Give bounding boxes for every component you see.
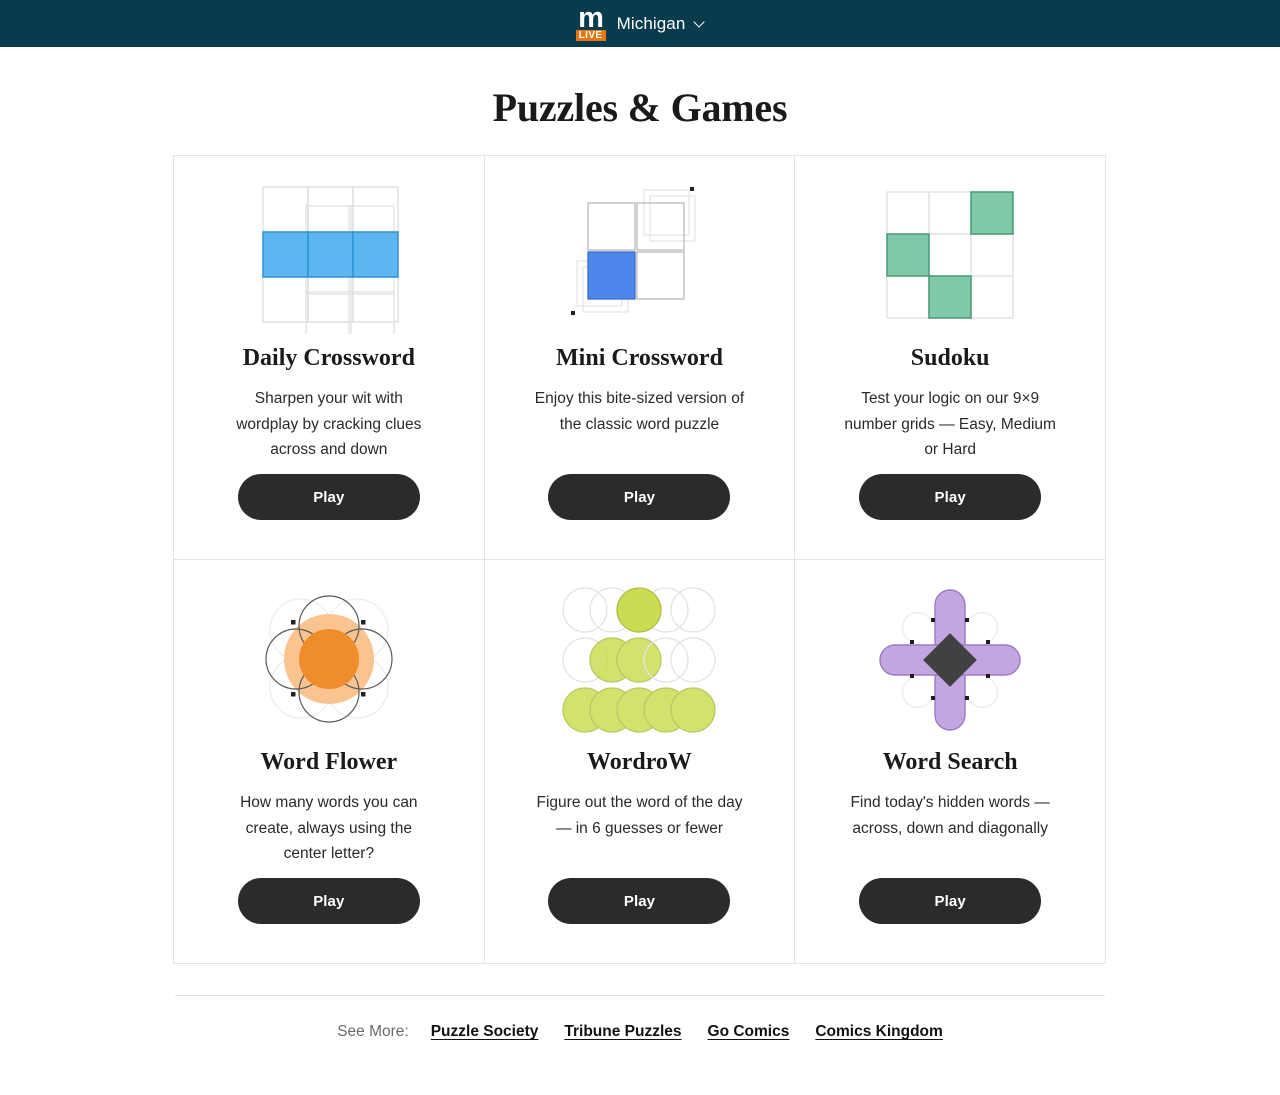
card-description: Figure out the word of the day — in 6 gu… [536, 794, 743, 837]
puzzle-card-word-flower[interactable]: Word Flower How many words you can creat… [173, 559, 485, 964]
footer-link-comics-kingdom[interactable]: Comics Kingdom [815, 1023, 942, 1041]
card-description: How many words you can create, always us… [240, 794, 418, 862]
sudoku-grid-svg [886, 191, 1014, 319]
see-more-label: See More: [337, 1023, 409, 1040]
word-flower-svg [265, 595, 393, 723]
word-search-star-icon [870, 582, 1030, 738]
crossword-grid-svg [262, 186, 399, 338]
logo-tag: LIVE [575, 29, 606, 41]
card-description: Enjoy this bite-sized version of the cla… [534, 390, 745, 433]
play-button-word-flower[interactable]: Play [237, 878, 420, 924]
play-button-daily-crossword[interactable]: Play [237, 474, 420, 520]
card-title: Word Search [882, 749, 1018, 775]
brand-name-label: Michigan [616, 13, 686, 33]
crossword-grid-icon [249, 178, 409, 338]
mini-crossword-icon [559, 178, 719, 334]
wordrow-circles-svg [562, 587, 717, 733]
play-button-mini-crossword[interactable]: Play [548, 474, 731, 520]
mlive-logo-icon: m LIVE [574, 1, 608, 41]
logo-letter: m [578, 1, 604, 34]
brand-selector[interactable]: m LIVE Michigan [574, 1, 707, 41]
play-button-wordrow[interactable]: Play [548, 878, 731, 924]
card-title: Word Flower [260, 749, 398, 775]
puzzle-card-daily-crossword[interactable]: Daily Crossword Sharpen your wit with wo… [173, 155, 485, 560]
puzzle-card-mini-crossword[interactable]: Mini Crossword Enjoy this bite-sized ver… [483, 155, 796, 560]
chevron-down-icon[interactable] [695, 18, 706, 29]
puzzle-card-word-search[interactable]: Word Search Find today's hidden words — … [794, 559, 1106, 964]
footer-link-tribune-puzzles[interactable]: Tribune Puzzles [564, 1023, 681, 1041]
card-description: Find today's hidden words — across, down… [850, 794, 1050, 837]
play-button-word-search[interactable]: Play [859, 878, 1042, 924]
footer-link-puzzle-society[interactable]: Puzzle Society [431, 1023, 539, 1041]
card-description: Sharpen your wit with wordplay by cracki… [236, 390, 422, 458]
card-title: Sudoku [910, 345, 990, 371]
card-description: Test your logic on our 9×9 number grids … [844, 390, 1056, 458]
word-flower-icon [249, 582, 409, 738]
puzzle-card-wordrow[interactable]: WordroW Figure out the word of the day —… [483, 559, 796, 964]
footer-link-go-comics[interactable]: Go Comics [708, 1023, 790, 1041]
site-header: m LIVE Michigan [0, 0, 1280, 47]
sudoku-grid-icon [870, 178, 1030, 334]
card-title: Mini Crossword [556, 345, 723, 371]
card-title: Daily Crossword [242, 345, 415, 371]
page-body: Puzzles & Games Daily Crossword Sharpen … [0, 47, 1280, 1041]
see-more-footer: See More: Puzzle Society Tribune Puzzles… [0, 996, 1280, 1041]
word-search-star-svg [879, 589, 1021, 731]
mini-crossword-svg [571, 187, 697, 315]
play-button-sudoku[interactable]: Play [859, 474, 1042, 520]
card-title: WordroW [587, 749, 692, 775]
page-title: Puzzles & Games [492, 85, 788, 130]
puzzle-card-grid: Daily Crossword Sharpen your wit with wo… [173, 155, 1106, 964]
wordrow-circles-icon [559, 582, 719, 738]
puzzle-card-sudoku[interactable]: Sudoku Test your logic on our 9×9 number… [794, 155, 1106, 560]
